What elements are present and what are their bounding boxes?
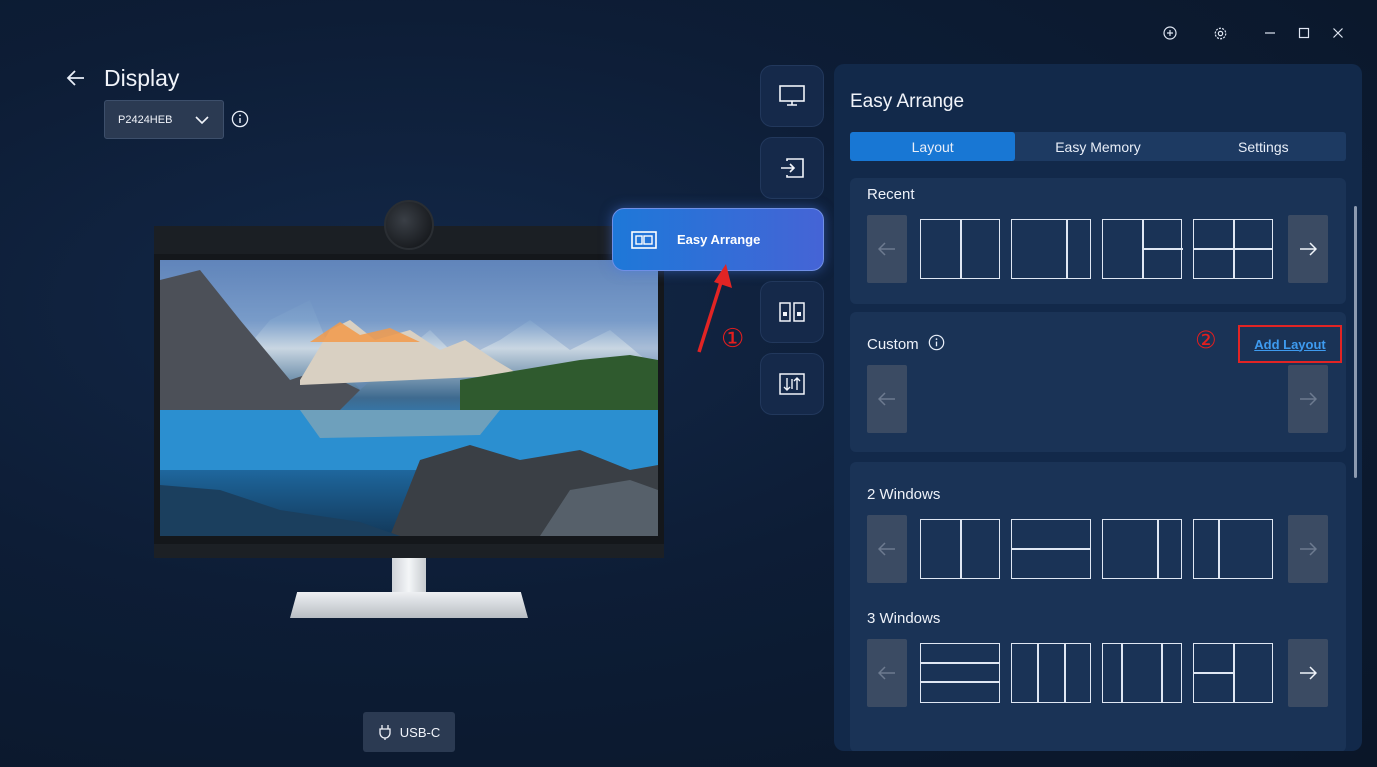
input-source-icon <box>781 158 804 178</box>
adjust-icon <box>779 373 805 395</box>
panel-title: Easy Arrange <box>850 91 965 112</box>
recent-section: Recent <box>850 178 1346 304</box>
two-windows-layout-thumb[interactable] <box>920 519 1000 579</box>
two-windows-layout-thumb[interactable] <box>1011 519 1091 579</box>
three-windows-layout-thumb[interactable] <box>1193 643 1273 703</box>
maximize-icon[interactable] <box>1287 22 1321 44</box>
custom-title: Custom <box>867 336 919 353</box>
arrow-left-icon <box>878 666 895 680</box>
three-windows-title: 3 Windows <box>867 610 941 627</box>
usb-c-port-button[interactable]: USB-C <box>363 712 455 752</box>
input-source-tool-button[interactable] <box>760 137 824 199</box>
arrow-left-icon <box>878 542 895 556</box>
three-windows-layout-thumb[interactable] <box>1011 643 1091 703</box>
two-windows-layout-thumb[interactable] <box>1102 519 1182 579</box>
windows-layouts-section: 2 Windows 3 Windows <box>850 462 1346 751</box>
arrow-right-icon <box>1300 542 1317 556</box>
kvm-tool-button[interactable] <box>760 281 824 343</box>
monitor-select[interactable]: P2424HEB <box>104 100 224 139</box>
panel-scrollbar[interactable] <box>1354 206 1357 478</box>
add-layout-link[interactable]: Add Layout <box>1238 325 1342 363</box>
panel-tabs: Layout Easy Memory Settings <box>850 132 1346 161</box>
three-windows-next-button[interactable] <box>1288 639 1328 707</box>
tab-layout[interactable]: Layout <box>850 132 1016 161</box>
monitor-screen <box>154 254 664 546</box>
arrow-left-icon <box>878 242 895 256</box>
arrow-right-icon <box>1300 392 1317 406</box>
info-icon[interactable] <box>928 334 946 352</box>
recent-title: Recent <box>867 186 915 203</box>
monitor-icon <box>779 85 805 106</box>
annotation-number-one: ① <box>721 324 745 354</box>
recent-layout-thumb[interactable] <box>1011 219 1091 279</box>
window-controls <box>1153 22 1355 44</box>
custom-next-button[interactable] <box>1288 365 1328 433</box>
monitor-select-value: P2424HEB <box>118 113 173 126</box>
recent-next-button[interactable] <box>1288 215 1328 283</box>
arrow-right-icon <box>1300 666 1317 680</box>
port-label: USB-C <box>399 724 441 740</box>
recent-prev-button[interactable] <box>867 215 907 283</box>
tab-easy-memory[interactable]: Easy Memory <box>1015 132 1180 161</box>
recent-layout-thumb[interactable] <box>1102 219 1183 279</box>
custom-prev-button[interactable] <box>867 365 907 433</box>
monitor-illustration <box>154 200 664 620</box>
easy-arrange-icon <box>631 230 657 249</box>
adjust-tool-button[interactable] <box>760 353 824 415</box>
tab-settings[interactable]: Settings <box>1181 132 1346 161</box>
two-windows-next-button[interactable] <box>1288 515 1328 583</box>
page-title: Display <box>104 65 180 91</box>
kvm-icon <box>779 302 805 322</box>
two-windows-title: 2 Windows <box>867 486 941 503</box>
recent-layout-thumb[interactable] <box>1193 219 1273 279</box>
monitor-chin <box>154 544 664 558</box>
two-windows-prev-button[interactable] <box>867 515 907 583</box>
settings-icon[interactable] <box>1203 22 1237 44</box>
back-arrow-icon[interactable] <box>64 66 88 90</box>
webcam <box>384 200 434 250</box>
add-icon[interactable] <box>1153 22 1187 44</box>
usb-plug-icon <box>379 725 391 740</box>
arrow-left-icon <box>878 392 895 406</box>
two-windows-layout-thumb[interactable] <box>1193 519 1273 579</box>
easy-arrange-panel: Easy Arrange Layout Easy Memory Settings… <box>834 64 1362 751</box>
display-tool-button[interactable] <box>760 65 824 127</box>
three-windows-layout-thumb[interactable] <box>920 643 1000 703</box>
chevron-down-icon <box>195 115 209 124</box>
landscape-wallpaper <box>160 260 658 536</box>
annotation-number-two: ② <box>1195 326 1217 354</box>
monitor-stand-base <box>290 592 528 618</box>
close-icon[interactable] <box>1321 22 1355 44</box>
easy-arrange-tool-label: Easy Arrange <box>677 232 761 247</box>
minimize-icon[interactable] <box>1253 22 1287 44</box>
recent-layout-thumb[interactable] <box>920 219 1000 279</box>
three-windows-layout-thumb[interactable] <box>1102 643 1182 703</box>
three-windows-prev-button[interactable] <box>867 639 907 707</box>
info-icon[interactable] <box>231 110 249 128</box>
arrow-right-icon <box>1300 242 1317 256</box>
